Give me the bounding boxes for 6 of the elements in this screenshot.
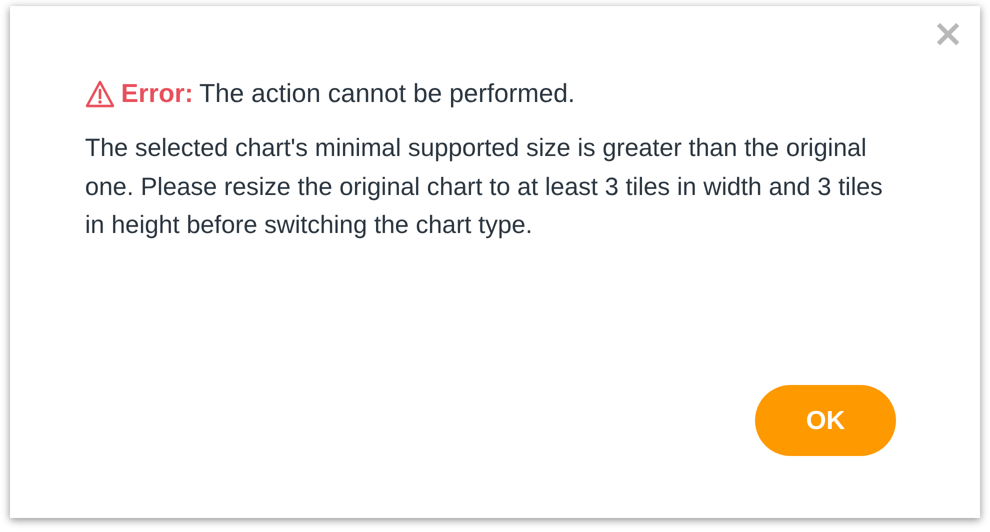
error-description: The selected chart's minimal supported size is greater than the original one. Please resize the original chart to at least 3 tiles in width and 3 tiles in height before switching the chart type.: [85, 133, 884, 241]
error-label: Error:: [121, 78, 194, 109]
close-button[interactable]: ×: [932, 18, 964, 48]
error-message: The action cannot be performed.: [199, 78, 576, 109]
ok-button[interactable]: OK: [755, 385, 896, 456]
warning-icon: [85, 80, 115, 108]
